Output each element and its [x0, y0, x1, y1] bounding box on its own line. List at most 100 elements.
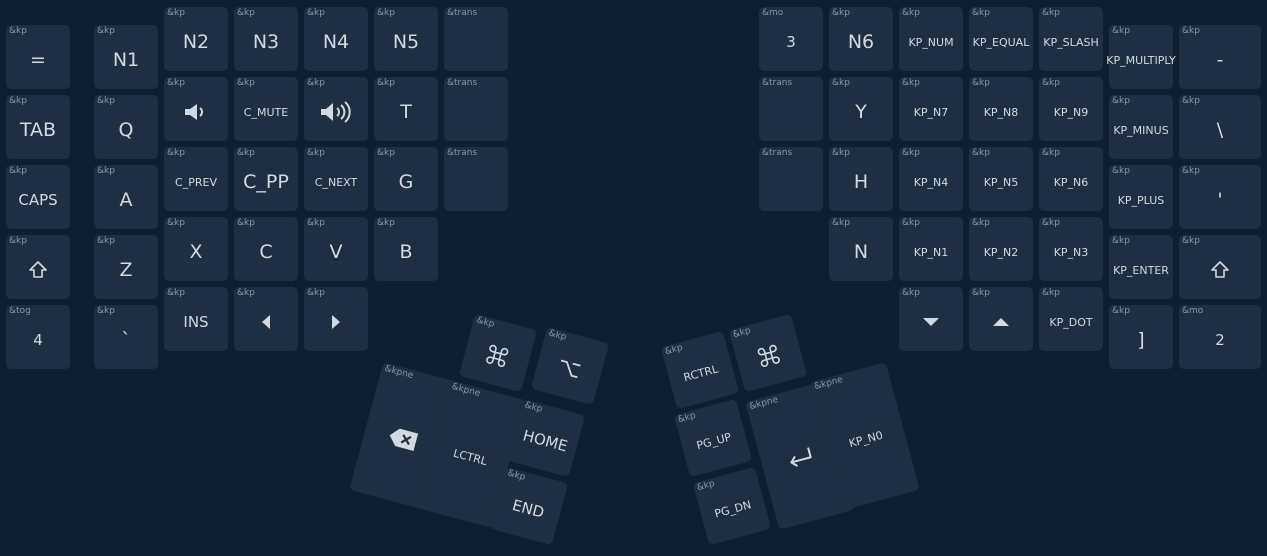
key-r-tr1: &trans — [759, 77, 823, 141]
key-r-n6k: &kp KP_N6 — [1039, 147, 1103, 211]
key-label: C_PP — [243, 171, 289, 193]
key-l-grave: &kp ` — [94, 305, 158, 369]
key-label: C — [259, 241, 273, 263]
key-l-opt: &kp — [530, 326, 610, 406]
key-label: N6 — [847, 31, 875, 53]
key-l-t: &kp T — [374, 77, 438, 141]
key-r-rctrl: &kp RCTRL — [660, 330, 740, 410]
key-l-g: &kp G — [374, 147, 438, 211]
key-label: ` — [121, 329, 131, 351]
key-l-cmd: &kp — [458, 313, 538, 393]
key-label: PG_DN — [713, 497, 753, 521]
key-label: Q — [118, 119, 134, 141]
key-r-mult: &kp KP_MULTIPLY — [1106, 25, 1176, 89]
key-r-n5: &kp KP_N5 — [969, 147, 1033, 211]
key-r-kpmin: &kp KP_MINUS — [1109, 95, 1173, 159]
key-r-apos: &kp ' — [1179, 165, 1261, 229]
key-l-b: &kp B — [374, 217, 438, 281]
key-r-mo3: &mo 3 — [759, 7, 823, 71]
key-r-tr2: &trans — [759, 147, 823, 211]
key-r-pgup: &kp PG_UP — [673, 398, 753, 478]
key-r-down: &kp — [899, 287, 963, 351]
key-l-q: &kp Q — [94, 95, 158, 159]
key-r-n4: &kp KP_N4 — [899, 147, 963, 211]
key-label: X — [189, 241, 203, 263]
key-label: G — [398, 171, 414, 193]
key-label: \ — [1216, 119, 1224, 141]
key-label: N3 — [252, 31, 280, 53]
key-l-n3: &kp N3 — [234, 7, 298, 71]
key-r-n1: &kp KP_N1 — [899, 217, 963, 281]
key-r-n: &kp N — [829, 217, 893, 281]
key-l-v: &kp V — [304, 217, 368, 281]
key-label: Y — [855, 101, 867, 123]
key-r-y: &kp Y — [829, 77, 893, 141]
key-l-volu: &kp — [304, 77, 368, 141]
volume-down-icon — [164, 77, 228, 141]
key-r-mo2: &mo 2 — [1179, 305, 1261, 369]
key-label: KP_EQUAL — [972, 35, 1030, 49]
key-r-equal: &kp KP_EQUAL — [969, 7, 1033, 71]
key-r-n7: &kp KP_N7 — [899, 77, 963, 141]
key-l-pp: &kp C_PP — [234, 147, 298, 211]
key-label: C_NEXT — [314, 175, 358, 189]
shift-icon — [1179, 235, 1261, 299]
key-r-h: &kp H — [829, 147, 893, 211]
key-label: KP_ENTER — [1113, 263, 1169, 277]
key-label: KP_MINUS — [1113, 123, 1169, 137]
key-label: KP_SLASH — [1043, 35, 1099, 49]
key-label: KP_MULTIPLY — [1106, 53, 1176, 67]
key-label: V — [329, 241, 343, 263]
key-l-n5: &kp N5 — [374, 7, 438, 71]
key-l-tr1: &trans — [444, 7, 508, 71]
key-label: KP_N5 — [983, 175, 1019, 189]
key-l-a: &kp A — [94, 165, 158, 229]
key-r-minus: &kp - — [1179, 25, 1261, 89]
key-r-dot: &kp KP_DOT — [1039, 287, 1103, 351]
key-l-c: &kp C — [234, 217, 298, 281]
key-label: N4 — [322, 31, 350, 53]
key-label: KP_PLUS — [1117, 193, 1165, 207]
key-label: KP_N7 — [913, 105, 949, 119]
key-label: INS — [183, 313, 209, 331]
key-label: H — [853, 171, 869, 193]
key-label: Z — [119, 259, 133, 281]
key-label: KP_N3 — [1053, 245, 1089, 259]
key-label: KP_DOT — [1049, 315, 1093, 329]
command-icon — [729, 314, 807, 392]
key-label: B — [399, 241, 413, 263]
key-r-n9: &kp KP_N9 — [1039, 77, 1103, 141]
key-label — [444, 77, 508, 141]
key-l-tab: &kp TAB — [6, 95, 70, 159]
key-label — [444, 7, 508, 71]
key-label: N5 — [392, 31, 420, 53]
key-label: C_MUTE — [243, 105, 289, 119]
arrow-left-icon — [234, 287, 298, 351]
key-label: KP_N9 — [1053, 105, 1089, 119]
key-l-ins: &kp INS — [164, 287, 228, 351]
key-r-num: &kp KP_NUM — [899, 7, 963, 71]
key-l-tog4: &tog 4 — [6, 305, 70, 369]
key-r-n8: &kp KP_N8 — [969, 77, 1033, 141]
key-l-shift: &kp — [6, 235, 70, 299]
key-label: T — [400, 101, 412, 123]
key-label: KP_NUM — [908, 35, 954, 49]
volume-up-icon — [304, 77, 368, 141]
key-label: ] — [1137, 329, 1145, 351]
key-label: KP_N1 — [913, 245, 949, 259]
key-l-right: &kp — [304, 287, 368, 351]
key-l-n1: &kp N1 — [94, 25, 158, 89]
key-label: 4 — [33, 331, 43, 349]
key-r-n2: &kp KP_N2 — [969, 217, 1033, 281]
arrow-down-icon — [899, 287, 963, 351]
key-label: 3 — [786, 33, 796, 51]
key-l-n4: &kp N4 — [304, 7, 368, 71]
key-l-left: &kp — [234, 287, 298, 351]
key-label: - — [1216, 49, 1224, 71]
key-label: KP_N2 — [983, 245, 1019, 259]
key-r-n6: &kp N6 — [829, 7, 893, 71]
key-label: CAPS — [18, 191, 58, 209]
arrow-up-icon — [969, 287, 1033, 351]
key-r-rbrk: &kp] — [1109, 305, 1173, 369]
key-label: C_PREV — [175, 175, 217, 189]
